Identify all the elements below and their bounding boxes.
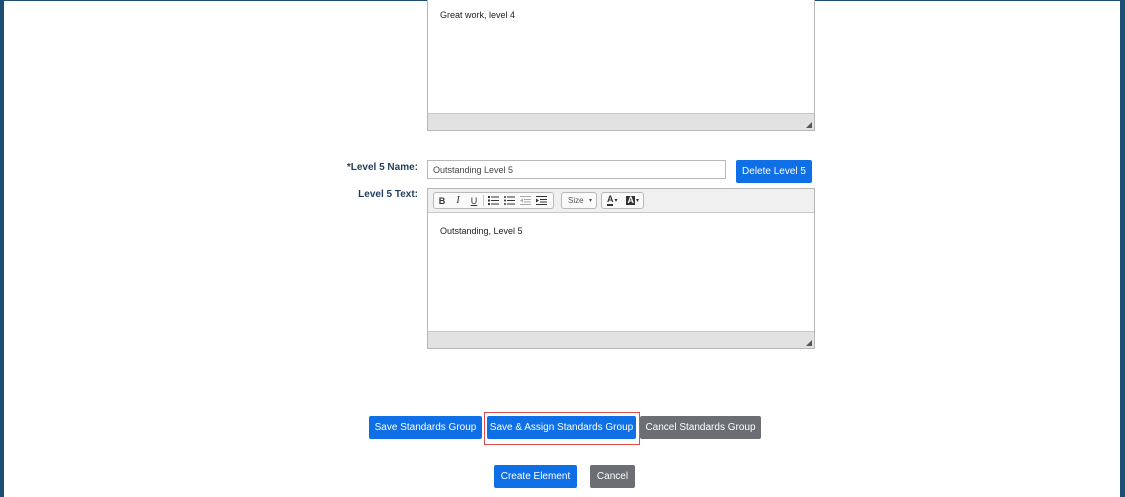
underline-button[interactable]: U — [466, 193, 482, 208]
delete-level-5-button[interactable]: Delete Level 5 — [736, 160, 812, 183]
chevron-down-icon: ▾ — [614, 198, 618, 204]
save-assign-standards-group-button[interactable]: Save & Assign Standards Group — [487, 416, 636, 439]
toolbar-separator — [483, 195, 484, 206]
format-button-group: B I U — [433, 192, 554, 209]
indent-icon — [535, 196, 547, 205]
level-4-editor-statusbar — [428, 113, 814, 130]
font-color-icon: A — [606, 194, 614, 206]
unordered-list-icon — [503, 196, 515, 205]
italic-button[interactable]: I — [450, 193, 466, 208]
font-size-label: Size — [568, 196, 584, 205]
level-4-text-value: Great work, level 4 — [440, 10, 516, 20]
color-button-group: A ▾ A ▾ — [601, 192, 644, 209]
cancel-button[interactable]: Cancel — [590, 465, 635, 488]
outdent-icon — [519, 196, 531, 205]
level-5-text-label: Level 5 Text: — [358, 189, 418, 200]
frame-left-border — [0, 0, 4, 497]
indent-button[interactable] — [533, 193, 549, 208]
level-4-text-content[interactable]: Great work, level 4 — [428, 0, 814, 114]
underline-icon: U — [470, 195, 478, 206]
italic-icon: I — [456, 195, 460, 206]
outdent-button[interactable] — [517, 193, 533, 208]
ordered-list-icon — [487, 196, 499, 205]
resize-handle-icon[interactable] — [806, 340, 812, 346]
level-4-text-editor[interactable]: Great work, level 4 — [427, 0, 815, 131]
bold-button[interactable]: B — [434, 193, 450, 208]
bold-icon: B — [438, 195, 446, 206]
editor-toolbar: B I U Size ▾ A ▾ A ▾ — [428, 189, 814, 213]
font-color-button[interactable]: A ▾ — [602, 193, 623, 208]
save-standards-group-button[interactable]: Save Standards Group — [369, 416, 482, 439]
cancel-standards-group-button[interactable]: Cancel Standards Group — [640, 416, 761, 439]
level-5-name-input[interactable] — [427, 160, 726, 179]
level-5-text-editor[interactable]: B I U Size ▾ A ▾ A ▾ Outstanding, Level … — [427, 188, 815, 349]
level-5-text-content[interactable]: Outstanding, Level 5 — [428, 213, 814, 332]
background-color-button[interactable]: A ▾ — [623, 193, 644, 208]
ordered-list-button[interactable] — [485, 193, 501, 208]
background-color-icon: A — [626, 195, 635, 205]
resize-handle-icon[interactable] — [806, 122, 812, 128]
font-size-dropdown[interactable]: Size ▾ — [561, 192, 597, 209]
create-element-button[interactable]: Create Element — [494, 465, 577, 488]
frame-right-border — [1120, 0, 1125, 497]
chevron-down-icon: ▾ — [588, 198, 592, 204]
level-5-text-value: Outstanding, Level 5 — [440, 226, 523, 236]
unordered-list-button[interactable] — [501, 193, 517, 208]
chevron-down-icon: ▾ — [635, 198, 639, 204]
level-5-name-label: *Level 5 Name: — [346, 162, 418, 173]
level-5-editor-statusbar — [428, 331, 814, 348]
